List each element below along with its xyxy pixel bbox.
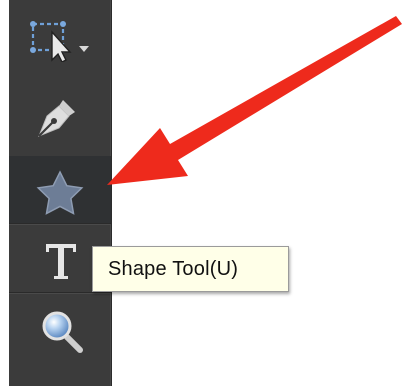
text-icon (46, 244, 76, 279)
chevron-down-icon (79, 46, 89, 52)
zoom-icon (42, 311, 83, 353)
pen-tool-button[interactable] (9, 82, 111, 150)
selection-arrow-icon (30, 21, 89, 62)
pen-icon (38, 100, 75, 137)
star-icon (36, 170, 84, 215)
zoom-tool-button[interactable] (9, 294, 111, 362)
tools-panel (9, 0, 112, 386)
selection-tool-button[interactable] (9, 2, 111, 70)
toolbar-divider (9, 292, 111, 293)
shape-tool-button[interactable] (9, 156, 111, 224)
screenshot-stage: Shape Tool(U) (0, 0, 402, 386)
shape-tool-tooltip: Shape Tool(U) (92, 246, 289, 292)
